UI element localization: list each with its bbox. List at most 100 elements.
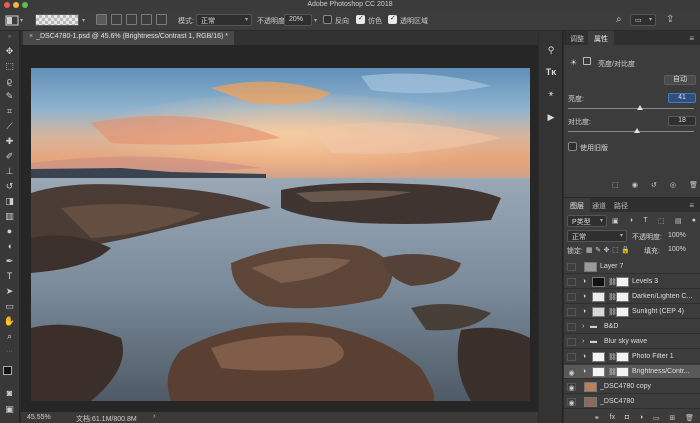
pen-tool-icon[interactable]: ✒ xyxy=(3,255,16,267)
eyedropper-tool-icon[interactable]: ⟋ xyxy=(3,120,16,132)
layer-style-icon[interactable]: fx xyxy=(610,414,615,422)
status-menu-arrow-icon[interactable]: › xyxy=(153,413,155,420)
path-select-tool-icon[interactable]: ➤ xyxy=(3,285,16,297)
visibility-eye-icon[interactable] xyxy=(567,263,576,271)
lock-position-icon[interactable]: ✥ xyxy=(604,246,610,254)
layer-thumbnail[interactable] xyxy=(584,397,597,407)
dodge-tool-icon[interactable]: ◖ xyxy=(3,240,16,252)
new-adjustment-icon[interactable]: ◑ xyxy=(639,414,643,422)
filter-pixel-icon[interactable]: ▣ xyxy=(612,217,619,225)
move-tool-icon[interactable]: ✥ xyxy=(3,45,16,57)
layer-thumbnail[interactable] xyxy=(592,292,605,302)
gradient-chevron-icon[interactable]: ▾ xyxy=(82,17,85,24)
lock-all-icon[interactable]: 🔒 xyxy=(621,246,630,254)
panel-menu-icon[interactable]: ≡ xyxy=(689,34,694,43)
reflected-gradient-button[interactable] xyxy=(141,14,152,25)
filter-adjust-icon[interactable]: ◑ xyxy=(629,217,633,225)
visibility-eye-icon[interactable] xyxy=(567,323,576,331)
opacity-input[interactable]: 20% xyxy=(284,14,312,26)
foreground-color-swatch[interactable] xyxy=(3,366,12,375)
lock-pixels-icon[interactable]: ✎ xyxy=(595,246,601,254)
eraser-tool-icon[interactable]: ◨ xyxy=(3,195,16,207)
character-panel-icon[interactable]: Tᴋ xyxy=(544,65,558,79)
brightness-slider-track[interactable] xyxy=(568,108,694,109)
filter-shape-icon[interactable]: ⬚ xyxy=(658,217,665,225)
layer-row[interactable]: ◑ ⛓ Sunlight (CEP 4) xyxy=(564,305,700,319)
layer-row[interactable]: ◑ ⛓ Levels 3 xyxy=(564,275,700,289)
reverse-checkbox[interactable] xyxy=(323,15,332,24)
hand-tool-icon[interactable]: ✋ xyxy=(3,315,16,327)
tab-paths[interactable]: 路径 xyxy=(608,198,634,212)
use-legacy-checkbox[interactable] xyxy=(568,142,577,151)
layer-mask-thumbnail[interactable] xyxy=(616,367,629,377)
radial-gradient-button[interactable] xyxy=(111,14,122,25)
layer-thumbnail[interactable] xyxy=(584,262,597,272)
crop-tool-icon[interactable]: ⌗ xyxy=(3,105,16,117)
contrast-slider-track[interactable] xyxy=(568,131,694,132)
brush-panel-icon[interactable]: ⚲ xyxy=(544,43,558,57)
close-tab-icon[interactable]: × xyxy=(29,33,33,40)
clip-to-layer-icon[interactable]: ⬚ xyxy=(612,181,619,191)
visibility-eye-icon[interactable]: ◉ xyxy=(567,368,576,377)
document-image[interactable] xyxy=(31,68,530,401)
stamp-tool-icon[interactable]: ⊥ xyxy=(3,165,16,177)
expand-group-icon[interactable]: › xyxy=(582,338,584,345)
layer-row[interactable]: ◉ _DSC4780 xyxy=(564,395,700,409)
dither-checkbox[interactable] xyxy=(356,14,365,24)
opacity-chevron-icon[interactable]: ▾ xyxy=(314,17,317,24)
quick-mask-icon[interactable]: ◙ xyxy=(3,387,16,399)
layer-thumbnail[interactable] xyxy=(584,382,597,392)
layer-thumbnail[interactable] xyxy=(592,367,605,377)
blend-mode-select[interactable]: 正常 ▾ xyxy=(567,230,627,242)
gradient-tool-icon[interactable] xyxy=(5,14,19,27)
search-icon[interactable]: ⌕ xyxy=(616,14,622,25)
layers-panel-menu-icon[interactable]: ≡ xyxy=(689,201,694,210)
layer-row[interactable]: ◑ ⛓ Darken/Lighten C... xyxy=(564,290,700,304)
shape-tool-icon[interactable]: ▭ xyxy=(3,300,16,312)
visibility-eye-icon[interactable] xyxy=(567,278,576,286)
zoom-level[interactable]: 45.55% xyxy=(27,414,51,421)
gradient-picker[interactable] xyxy=(35,14,79,26)
contrast-slider-thumb[interactable] xyxy=(634,128,641,133)
linear-gradient-button[interactable] xyxy=(96,14,107,25)
mode-select[interactable]: 正常 ▾ xyxy=(196,14,252,26)
delete-layer-icon[interactable]: 🗑 xyxy=(685,414,694,422)
view-previous-icon[interactable]: ◉ xyxy=(632,181,638,191)
document-tab[interactable]: × _DSC4780-1.psd @ 45.6% (Brightness/Cont… xyxy=(23,31,235,45)
lasso-tool-icon[interactable]: ϱ xyxy=(3,75,16,87)
layer-mask-thumbnail[interactable] xyxy=(616,307,629,317)
lock-transparent-icon[interactable]: ▦ xyxy=(586,246,593,254)
add-mask-icon[interactable]: ◘ xyxy=(625,414,629,422)
brush-tool-icon[interactable]: ✐ xyxy=(3,150,16,162)
filter-smart-icon[interactable]: ▤ xyxy=(675,217,682,225)
type-tool-icon[interactable]: T xyxy=(3,270,16,282)
quick-select-tool-icon[interactable]: ✎ xyxy=(3,90,16,102)
filter-toggle-icon[interactable]: ● xyxy=(692,217,696,225)
layer-row[interactable]: ◉ _DSC4780 copy xyxy=(564,380,700,394)
brightness-slider-thumb[interactable] xyxy=(636,105,643,110)
marquee-tool-icon[interactable]: ⬚ xyxy=(3,60,16,72)
fill-value[interactable]: 100% xyxy=(668,246,686,253)
zoom-tool-icon[interactable]: ⌕ xyxy=(3,330,16,342)
layer-row[interactable]: ◑ ⛓ Photo Filter 1 xyxy=(564,350,700,364)
tab-adjustments[interactable]: 调整 xyxy=(564,31,590,45)
healing-brush-tool-icon[interactable]: ✚ xyxy=(3,135,16,147)
layer-opacity-value[interactable]: 100% xyxy=(668,232,686,239)
layer-row[interactable]: › ▬ Blur sky wave xyxy=(564,335,700,349)
visibility-eye-icon[interactable] xyxy=(567,293,576,301)
link-layers-icon[interactable]: ⚭ xyxy=(594,414,600,422)
lock-artboard-icon[interactable]: ⬚ xyxy=(612,246,619,254)
layer-thumbnail[interactable] xyxy=(592,307,605,317)
layer-row[interactable]: ◉ ◑ ⛓ Brightness/Contr... xyxy=(564,365,700,379)
reset-icon[interactable]: ↺ xyxy=(651,181,657,191)
actions-play-icon[interactable]: ▶ xyxy=(544,110,558,124)
visibility-eye-icon[interactable]: ◉ xyxy=(567,398,576,407)
layer-mask-thumbnail[interactable] xyxy=(616,277,629,287)
gradient-tool-icon[interactable]: ▥ xyxy=(3,210,16,222)
diamond-gradient-button[interactable] xyxy=(156,14,167,25)
visibility-eye-icon[interactable]: ◉ xyxy=(567,383,576,392)
layer-thumbnail[interactable] xyxy=(592,277,605,287)
layer-row[interactable]: › ▬ B&D xyxy=(564,320,700,334)
layer-filter-select[interactable]: P类型 ▾ xyxy=(567,215,607,227)
history-brush-tool-icon[interactable]: ↺ xyxy=(3,180,16,192)
